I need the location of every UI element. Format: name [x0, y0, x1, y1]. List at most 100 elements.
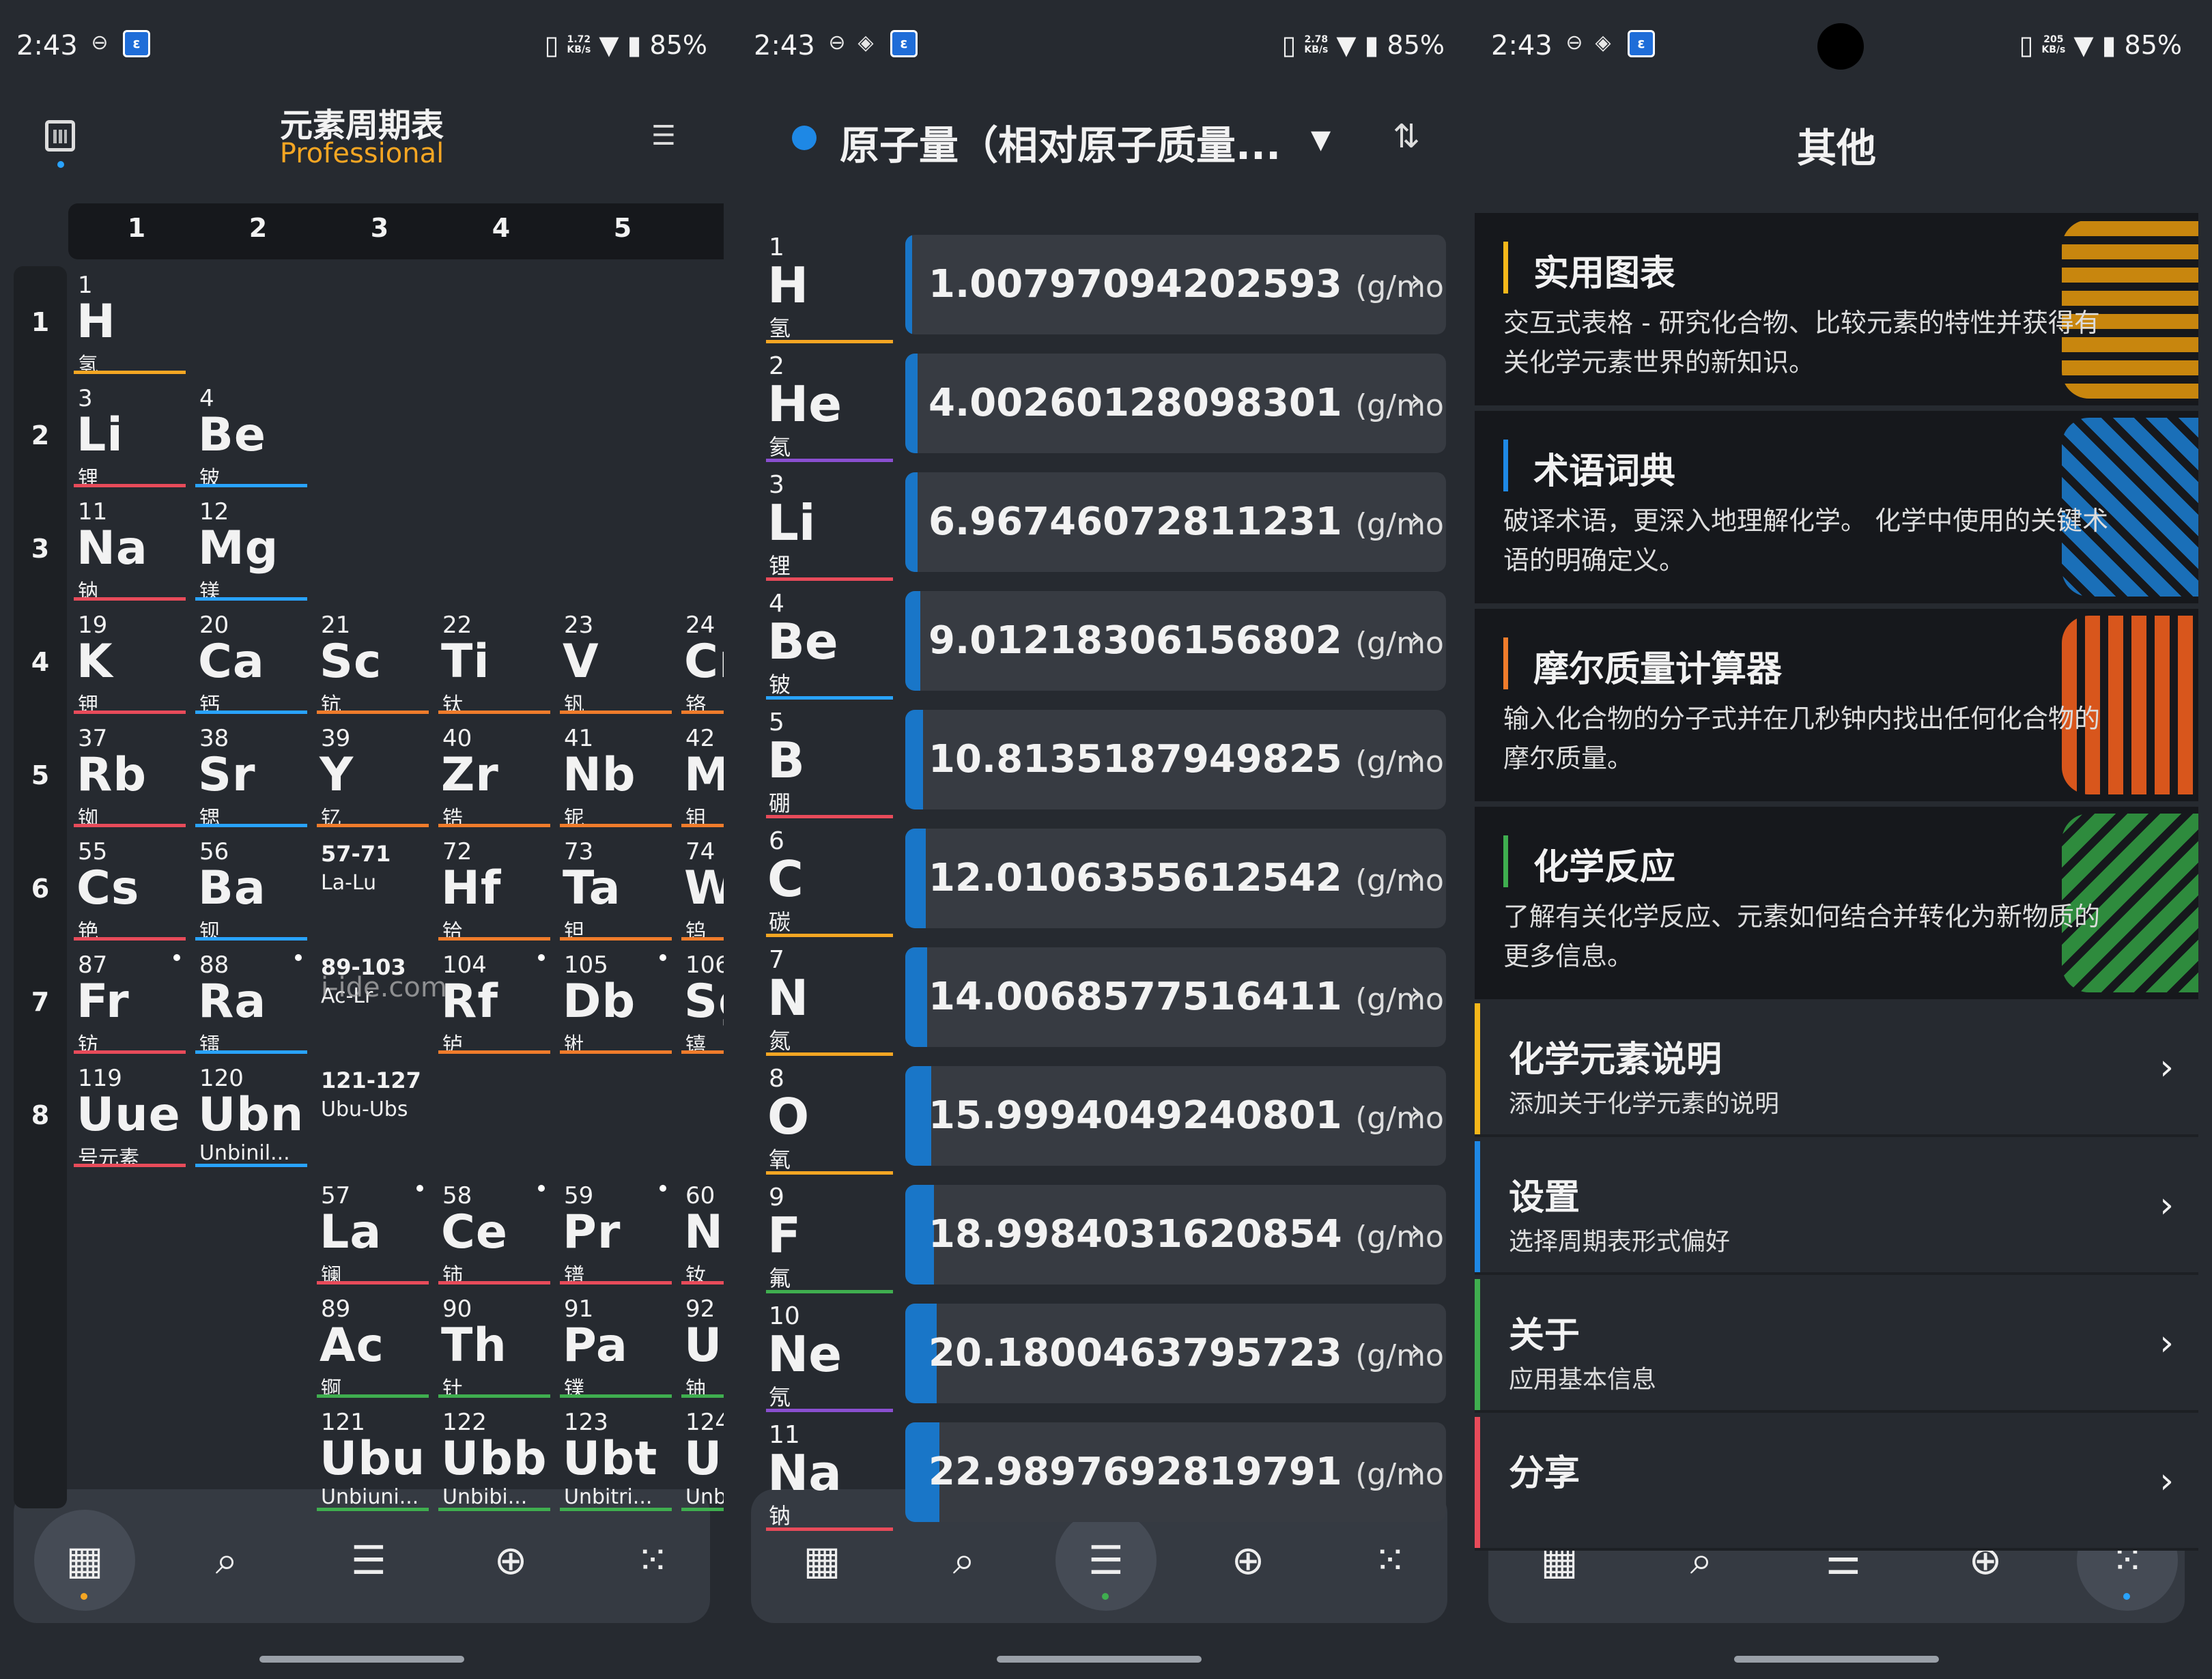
- element-cell[interactable]: 91 Pa 镤: [560, 1291, 676, 1402]
- element-mass-row[interactable]: 1H氢1.00797094202593 (g/mol)›: [737, 233, 1461, 352]
- add-atom-icon[interactable]: ⊕: [460, 1510, 561, 1611]
- feature-card[interactable]: 术语词典 破译术语，更深入地理解化学。 化学中使用的关键术语的明确定义。: [1475, 411, 2198, 603]
- list-icon[interactable]: ☰: [318, 1510, 419, 1611]
- element-cell[interactable]: 22 Ti 钛: [438, 607, 554, 718]
- element-cell[interactable]: 37 Rb 铷: [74, 721, 190, 831]
- element-mass-row[interactable]: 7N氮14.0068577516411 (g/mol)›: [737, 946, 1461, 1065]
- element-cell[interactable]: 1H氢: [74, 268, 190, 378]
- element-cell[interactable]: 105 Db 𬭊: [560, 947, 676, 1058]
- sort-icon[interactable]: ⇅: [1393, 117, 1420, 156]
- mass-value-box[interactable]: 20.1800463795723 (g/mol)›: [905, 1304, 1446, 1403]
- element-cell[interactable]: 119 Uue 号元素: [74, 1061, 190, 1171]
- category-line: [681, 937, 724, 941]
- element-cell[interactable]: 40 Zr 锆: [438, 721, 554, 831]
- element-cell[interactable]: 19 K 钾: [74, 607, 190, 718]
- mass-unit: (g/mol): [1355, 507, 1446, 542]
- mass-value-box[interactable]: 15.9994049240801 (g/mol)›: [905, 1066, 1446, 1166]
- element-cell[interactable]: 20 Ca 钙: [195, 607, 311, 718]
- molecule-icon-glyph: ⁙: [636, 1537, 670, 1583]
- mass-value-box[interactable]: 14.0068577516411 (g/mol)›: [905, 947, 1446, 1047]
- element-cell[interactable]: 123 Ubt Unbitri...: [560, 1405, 676, 1515]
- mass-value-box[interactable]: 12.0106355612542 (g/mol)›: [905, 829, 1446, 928]
- menu-item[interactable]: 关于 应用基本信息 ›: [1475, 1279, 2198, 1413]
- element-cell[interactable]: 122 Ubb Unbibi...: [438, 1405, 554, 1515]
- mass-value-box[interactable]: 4.00260128098301 (g/mol)›: [905, 354, 1446, 453]
- chevron-right-icon: ›: [2159, 1047, 2174, 1088]
- element-cell[interactable]: 42Mo钼: [681, 721, 724, 831]
- element-symbol: Li: [76, 408, 124, 462]
- element-mass-row[interactable]: 3Li锂6.96746072811231 (g/mol)›: [737, 471, 1461, 590]
- category-line: [560, 1508, 672, 1511]
- element-symbol: Li: [767, 494, 816, 551]
- element-cell[interactable]: 56 Ba 钡: [195, 834, 311, 945]
- element-mass-row[interactable]: 10Ne氖20.1800463795723 (g/mol)›: [737, 1302, 1461, 1421]
- element-mass-row[interactable]: 11Na钠22.9897692819791 (g/mol)›: [737, 1421, 1461, 1540]
- element-symbol: W: [684, 861, 724, 915]
- element-cell[interactable]: 88 Ra 镭: [195, 947, 311, 1058]
- feature-card[interactable]: 化学反应 了解有关化学反应、元素如何结合并转化为新物质的更多信息。: [1475, 807, 2198, 999]
- home-indicator[interactable]: [259, 1656, 464, 1663]
- element-mass-row[interactable]: 9F氟18.9984031620854 (g/mol)›: [737, 1183, 1461, 1302]
- element-cell[interactable]: 23 V 钒: [560, 607, 676, 718]
- element-mass-row[interactable]: 6C碳12.0106355612542 (g/mol)›: [737, 827, 1461, 946]
- menu-item[interactable]: 分享 ›: [1475, 1417, 2198, 1551]
- category-line: [560, 711, 672, 714]
- element-cell[interactable]: 3 Li 锂: [74, 381, 190, 491]
- element-cell[interactable]: 73 Ta 钽: [560, 834, 676, 945]
- home-indicator[interactable]: [997, 1656, 1202, 1663]
- element-cell[interactable]: 21 Sc 钪: [317, 607, 433, 718]
- element-mass-row[interactable]: 2He氦4.00260128098301 (g/mol)›: [737, 352, 1461, 471]
- element-symbol: Ubt: [563, 1432, 658, 1486]
- element-cell[interactable]: 106Sg𬭳: [681, 947, 724, 1058]
- element-cell[interactable]: 104 Rf 𬬻: [438, 947, 554, 1058]
- mass-value-box[interactable]: 18.9984031620854 (g/mol)›: [905, 1185, 1446, 1285]
- dropdown-arrow-icon[interactable]: ▼: [1311, 124, 1331, 154]
- element-cell[interactable]: 24Cr铬: [681, 607, 724, 718]
- element-cell[interactable]: 120 Ubn Unbinil...: [195, 1061, 311, 1171]
- element-cell[interactable]: 11 Na 钠: [74, 494, 190, 605]
- element-cell[interactable]: 72 Hf 铪: [438, 834, 554, 945]
- mass-number: 14.0068577516411: [928, 975, 1342, 1019]
- element-cell[interactable]: 38 Sr 锶: [195, 721, 311, 831]
- battery-level: 85%: [2124, 30, 2182, 60]
- mass-value-box[interactable]: 6.96746072811231 (g/mol)›: [905, 472, 1446, 572]
- search-icon[interactable]: ⌕: [176, 1510, 277, 1611]
- element-cell[interactable]: 41 Nb 铌: [560, 721, 676, 831]
- filter-icon[interactable]: ☰: [651, 120, 685, 152]
- menu-item-title: 化学元素说明: [1509, 1039, 1722, 1080]
- mass-value-box[interactable]: 1.00797094202593 (g/mol)›: [905, 235, 1446, 334]
- element-cell[interactable]: 59 Pr 镨: [560, 1178, 676, 1289]
- element-mass-row[interactable]: 4Be铍9.01218306156802 (g/mol)›: [737, 590, 1461, 708]
- feature-card[interactable]: 实用图表 交互式表格 - 研究化合物、比较元素的特性并获得有关化学元素世界的新知识…: [1475, 213, 2198, 405]
- element-cell[interactable]: 39 Y 钇: [317, 721, 433, 831]
- element-cell[interactable]: 60Nd钕: [681, 1178, 724, 1289]
- property-selector[interactable]: 原子量（相对原子质量...: [840, 113, 1281, 171]
- element-cell[interactable]: 4 Be 铍: [195, 381, 311, 491]
- element-cell[interactable]: 58 Ce 铈: [438, 1178, 554, 1289]
- element-symbol: Ti: [441, 635, 490, 689]
- mass-value: 14.0068577516411 (g/mol): [928, 975, 1446, 1019]
- element-mass-row[interactable]: 8O氧15.9994049240801 (g/mol)›: [737, 1065, 1461, 1183]
- mass-value-box[interactable]: 22.9897692819791 (g/mol)›: [905, 1422, 1446, 1522]
- element-cell[interactable]: 57 La 镧: [317, 1178, 433, 1289]
- element-mass-row[interactable]: 5B硼10.8135187949825 (g/mol)›: [737, 708, 1461, 827]
- element-cell[interactable]: 55 Cs 铯: [74, 834, 190, 945]
- series-range-cell[interactable]: 121-127 Ubu-Ubs: [317, 1061, 433, 1171]
- element-cell[interactable]: 74 W 钨: [681, 834, 724, 945]
- mass-value-box[interactable]: 10.8135187949825 (g/mol)›: [905, 710, 1446, 809]
- element-cell[interactable]: 89 Ac 锕: [317, 1291, 433, 1402]
- feature-card[interactable]: 摩尔质量计算器 输入化合物的分子式并在几秒钟内找出任何化合物的摩尔质量。: [1475, 609, 2198, 801]
- element-cell[interactable]: 124UbqUnbiq...: [681, 1405, 724, 1515]
- menu-item[interactable]: 化学元素说明 添加关于化学元素的说明 ›: [1475, 1003, 2198, 1137]
- menu-item[interactable]: 设置 选择周期表形式偏好 ›: [1475, 1141, 2198, 1275]
- element-cell[interactable]: 92 U 铀: [681, 1291, 724, 1402]
- table-icon[interactable]: ▦: [34, 1510, 135, 1611]
- element-cell[interactable]: 121 Ubu Unbiuni...: [317, 1405, 433, 1515]
- element-cell[interactable]: 90 Th 钍: [438, 1291, 554, 1402]
- element-cell[interactable]: 87 Fr 钫: [74, 947, 190, 1058]
- molecule-icon[interactable]: ⁙: [602, 1510, 703, 1611]
- element-cell[interactable]: 12 Mg 镁: [195, 494, 311, 605]
- series-range-cell[interactable]: 57-71 La-Lu: [317, 834, 433, 945]
- mass-value-box[interactable]: 9.01218306156802 (g/mol)›: [905, 591, 1446, 691]
- home-indicator[interactable]: [1734, 1656, 1939, 1663]
